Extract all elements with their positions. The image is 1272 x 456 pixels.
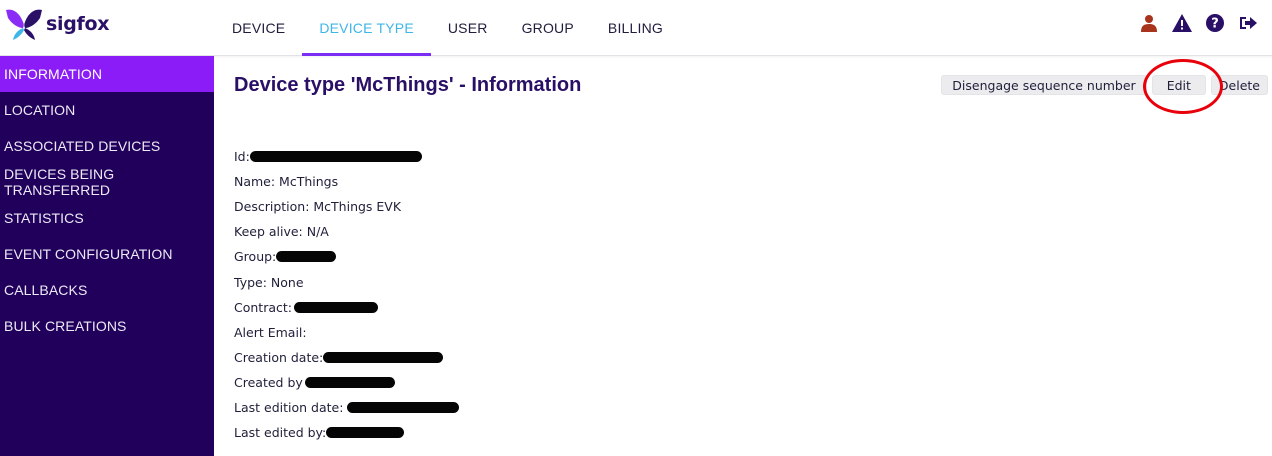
field-description: Description: McThings EVK	[234, 194, 459, 219]
sidebar-item-callbacks[interactable]: CALLBACKS	[0, 272, 214, 308]
sidebar-item-label: LOCATION	[4, 102, 76, 118]
sidebar-item-label: BULK CREATIONS	[4, 318, 127, 334]
edit-button[interactable]: Edit	[1151, 75, 1206, 95]
tab-label: DEVICE TYPE	[319, 20, 414, 36]
field-label: Last edited by:	[234, 425, 327, 441]
field-keep-alive: Keep alive: N/A	[234, 219, 459, 244]
field-label: Alert Email:	[234, 324, 307, 340]
field-label: Created by	[234, 374, 303, 390]
delete-button[interactable]: Delete	[1210, 75, 1268, 95]
sidebar-item-label: EVENT CONFIGURATION	[4, 246, 173, 262]
sidebar-item-statistics[interactable]: STATISTICS	[0, 200, 214, 236]
field-last-edition-date: Last edition date:	[234, 395, 460, 420]
alert-icon[interactable]	[1170, 12, 1194, 34]
help-icon[interactable]: ?	[1203, 12, 1227, 34]
main-nav: DEVICE DEVICE TYPE USER GROUP BILLING	[215, 0, 680, 56]
top-bar: sigfox DEVICE DEVICE TYPE USER GROUP BIL…	[0, 0, 1272, 56]
sidebar-item-information[interactable]: INFORMATION	[0, 56, 214, 92]
main-content: Device type 'McThings' - Information Dis…	[214, 56, 1272, 456]
tab-group[interactable]: GROUP	[505, 0, 591, 56]
field-id: Id:	[234, 144, 459, 169]
svg-text:?: ?	[1211, 17, 1219, 32]
redacted-value	[276, 251, 337, 263]
field-label: Id:	[234, 149, 250, 165]
field-contract: Contract:	[234, 295, 459, 320]
redacted-value	[347, 401, 460, 413]
disengage-sequence-number-button[interactable]: Disengage sequence number	[941, 75, 1147, 95]
redacted-value	[326, 427, 405, 439]
redacted-value	[249, 151, 422, 163]
field-last-edited-by: Last edited by:	[234, 420, 459, 445]
field-label: Type: None	[234, 274, 304, 290]
tab-user[interactable]: USER	[431, 0, 505, 56]
device-type-info: Id: Name: McThings Description: McThings…	[234, 144, 460, 445]
redacted-value	[304, 376, 395, 388]
tab-device-type[interactable]: DEVICE TYPE	[302, 0, 431, 56]
tab-label: BILLING	[607, 20, 663, 36]
butterfly-logo-icon	[6, 9, 42, 40]
field-type: Type: None	[234, 269, 459, 294]
sidebar-item-label: DEVICES BEING TRANSFERRED	[4, 166, 115, 198]
page-title: Device type 'McThings' - Information	[234, 74, 582, 96]
tab-billing[interactable]: BILLING	[591, 0, 680, 56]
field-label: Contract:	[234, 299, 292, 315]
logout-icon[interactable]	[1236, 12, 1260, 34]
sidebar-item-label: STATISTICS	[4, 210, 84, 226]
field-label: Keep alive: N/A	[234, 224, 329, 240]
tab-label: GROUP	[521, 20, 574, 36]
action-buttons: Disengage sequence number Edit Delete	[941, 75, 1268, 95]
sidebar-item-associated-devices[interactable]: ASSOCIATED DEVICES	[0, 128, 214, 164]
sidebar: INFORMATION LOCATION ASSOCIATED DEVICES …	[0, 56, 214, 456]
tab-label: DEVICE	[232, 20, 286, 36]
sigfox-logo[interactable]: sigfox	[4, 6, 110, 42]
field-group: Group:	[234, 244, 459, 269]
field-alert-email: Alert Email:	[234, 320, 459, 345]
field-creation-date: Creation date:	[234, 345, 459, 370]
sidebar-item-label: CALLBACKS	[4, 282, 88, 298]
field-label: Description: McThings EVK	[234, 199, 402, 215]
field-label: Group:	[234, 249, 277, 265]
field-created-by: Created by	[234, 370, 459, 395]
top-icons: ?	[1137, 12, 1260, 34]
sidebar-item-location[interactable]: LOCATION	[0, 92, 214, 128]
user-icon[interactable]	[1137, 12, 1161, 34]
brand-name: sigfox	[46, 13, 110, 35]
redacted-value	[323, 351, 444, 363]
sidebar-item-label: ASSOCIATED DEVICES	[4, 138, 161, 154]
field-name: Name: McThings	[234, 169, 459, 194]
sidebar-item-bulk-creations[interactable]: BULK CREATIONS	[0, 308, 214, 344]
sidebar-item-label: INFORMATION	[4, 66, 103, 82]
field-label: Last edition date:	[234, 399, 344, 415]
tab-label: USER	[447, 20, 488, 36]
sidebar-item-event-configuration[interactable]: EVENT CONFIGURATION	[0, 236, 214, 272]
field-label: Creation date:	[234, 349, 324, 365]
redacted-value	[293, 301, 378, 313]
field-label: Name: McThings	[234, 174, 339, 190]
sidebar-item-devices-being-transferred[interactable]: DEVICES BEING TRANSFERRED	[0, 164, 214, 200]
tab-device[interactable]: DEVICE	[215, 0, 302, 56]
